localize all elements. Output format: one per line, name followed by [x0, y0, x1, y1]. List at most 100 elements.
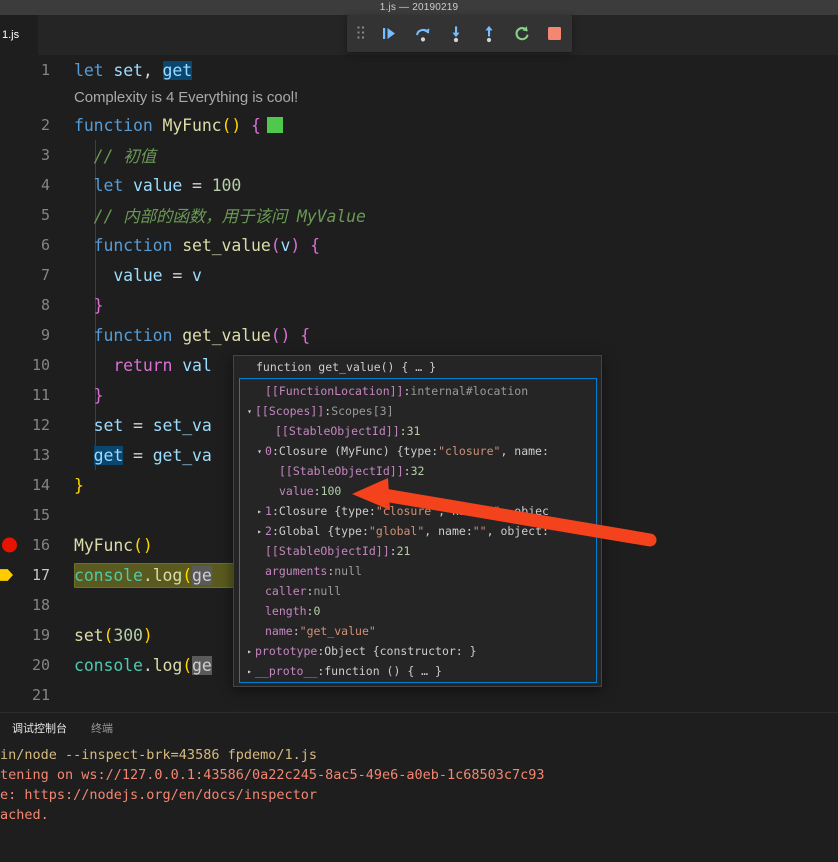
debug-toolbar[interactable]: [347, 15, 572, 52]
stop-button[interactable]: [538, 15, 571, 52]
chevron-right-icon[interactable]: [244, 667, 255, 676]
line-gutter[interactable]: 2: [0, 110, 62, 140]
line-gutter[interactable]: 15: [0, 500, 62, 530]
line-gutter[interactable]: 16: [0, 530, 62, 560]
popup-tree-row[interactable]: [[Scopes]]: Scopes[3]: [240, 401, 596, 421]
line-gutter[interactable]: 4: [0, 170, 62, 200]
code-line[interactable]: 6 function set_value(v) {: [0, 230, 838, 260]
continue-button[interactable]: [373, 15, 406, 52]
restart-icon: [513, 25, 531, 43]
popup-tree-row[interactable]: caller: null: [240, 581, 596, 601]
code-text: get = get_va: [74, 440, 212, 470]
window-title: 1.js — 20190219: [379, 2, 459, 13]
popup-tree-row[interactable]: 0: Closure (MyFunc) {type: "closure", na…: [240, 441, 596, 461]
popup-tree-token: , object:: [486, 524, 549, 538]
code-line[interactable]: 3 // 初值: [0, 140, 838, 170]
line-gutter[interactable]: 10: [0, 350, 62, 380]
popup-tree-row[interactable]: arguments: null: [240, 561, 596, 581]
popup-tree-token: , objec: [500, 504, 549, 518]
code-token: (: [182, 655, 193, 675]
line-gutter[interactable]: 7: [0, 260, 62, 290]
debug-console-output[interactable]: in/node --inspect-brk=43586 fpdemo/1.js t…: [0, 743, 838, 827]
chevron-right-icon[interactable]: [254, 527, 265, 536]
code-line[interactable]: 5 // 内部的函数，用于该问 MyValue: [0, 200, 838, 230]
code-token: ): [290, 235, 301, 255]
step-into-button[interactable]: [439, 15, 472, 52]
step-out-button[interactable]: [472, 15, 505, 52]
line-gutter[interactable]: 21: [0, 680, 62, 710]
code-token: get: [162, 60, 193, 80]
line-gutter[interactable]: 3: [0, 140, 62, 170]
popup-tree-row[interactable]: length: 0: [240, 601, 596, 621]
line-gutter[interactable]: 6: [0, 230, 62, 260]
code-line[interactable]: 8 }: [0, 290, 838, 320]
code-text: let set, get: [74, 55, 192, 85]
popup-tree-token: 0: [313, 604, 321, 618]
code-token: value: [113, 265, 163, 285]
popup-tree-row[interactable]: 1: Closure {type: "closure", name: "", o…: [240, 501, 596, 521]
popup-tree-token: :: [306, 584, 314, 598]
line-number: 2: [40, 116, 50, 134]
panel-tab-terminal[interactable]: 终端: [79, 713, 125, 743]
code-line[interactable]: 9 function get_value() {: [0, 320, 838, 350]
popup-tree-row[interactable]: [[StableObjectId]]: 31: [240, 421, 596, 441]
code-text: // 初值: [74, 140, 156, 170]
popup-tree-row[interactable]: prototype: Object {constructor: }: [240, 641, 596, 661]
drag-handle-icon[interactable]: [347, 15, 373, 52]
code-token: // 初值: [74, 147, 156, 166]
line-gutter[interactable]: 1: [0, 55, 62, 85]
popup-tree-row[interactable]: [[FunctionLocation]]: internal#location: [240, 381, 596, 401]
popup-tree-row[interactable]: name: "get_value": [240, 621, 596, 641]
code-line[interactable]: 1 let set, get: [0, 55, 838, 85]
panel-tab-debug-console[interactable]: 调试控制台: [0, 713, 79, 743]
code-line[interactable]: 2 function MyFunc() {: [0, 110, 838, 140]
popup-tree-row[interactable]: __proto__: function () { … }: [240, 661, 596, 681]
code-line[interactable]: 4 let value = 100: [0, 170, 838, 200]
code-token: (: [182, 565, 193, 585]
line-number: 13: [31, 446, 50, 464]
code-line[interactable]: 7 value = v: [0, 260, 838, 290]
popup-tree-row[interactable]: value: 100: [240, 481, 596, 501]
popup-tree-token: 2: [265, 524, 272, 538]
popup-tree-row[interactable]: [[StableObjectId]]: 21: [240, 541, 596, 561]
popup-variable-tree[interactable]: [[FunctionLocation]]: internal#location[…: [239, 378, 597, 683]
line-gutter[interactable]: 17: [0, 560, 62, 590]
editor-tab-label: 1.js: [2, 29, 20, 41]
chevron-down-icon[interactable]: [244, 407, 255, 416]
code-token: {: [300, 325, 311, 345]
code-token: console: [74, 655, 143, 675]
code-token: ): [142, 625, 153, 645]
line-gutter[interactable]: 11: [0, 380, 62, 410]
code-token: set_value: [182, 235, 271, 255]
line-gutter[interactable]: 13: [0, 440, 62, 470]
line-gutter[interactable]: 19: [0, 620, 62, 650]
breakpoint-icon[interactable]: [2, 537, 17, 553]
line-gutter[interactable]: 18: [0, 590, 62, 620]
popup-tree-token: Closure (MyFunc) {type:: [278, 444, 439, 458]
popup-tree-token: 21: [396, 544, 411, 558]
popup-tree-row[interactable]: 2: Global {type: "global", name: "", obj…: [240, 521, 596, 541]
editor-tab-1js[interactable]: 1.js: [0, 15, 38, 55]
code-text: }: [74, 380, 104, 410]
line-gutter[interactable]: 14: [0, 470, 62, 500]
line-gutter[interactable]: 12: [0, 410, 62, 440]
popup-tree-row[interactable]: [[StableObjectId]]: 32: [240, 461, 596, 481]
restart-button[interactable]: [505, 15, 538, 52]
step-over-button[interactable]: [406, 15, 439, 52]
chevron-down-icon[interactable]: [254, 447, 265, 456]
popup-tree-token: Closure {type:: [278, 504, 376, 518]
line-gutter[interactable]: 5: [0, 200, 62, 230]
debug-hover-popup[interactable]: function get_value() { … } [[FunctionLoc…: [233, 355, 602, 687]
popup-header: function get_value() { … }: [256, 360, 437, 374]
code-token: (: [270, 235, 281, 255]
line-gutter[interactable]: 8: [0, 290, 62, 320]
line-number: 14: [31, 476, 50, 494]
line-gutter[interactable]: 9: [0, 320, 62, 350]
line-number: 18: [31, 596, 50, 614]
line-gutter[interactable]: 20: [0, 650, 62, 680]
chevron-right-icon[interactable]: [254, 507, 265, 516]
chevron-right-icon[interactable]: [244, 647, 255, 656]
popup-tree-token: :: [327, 564, 335, 578]
